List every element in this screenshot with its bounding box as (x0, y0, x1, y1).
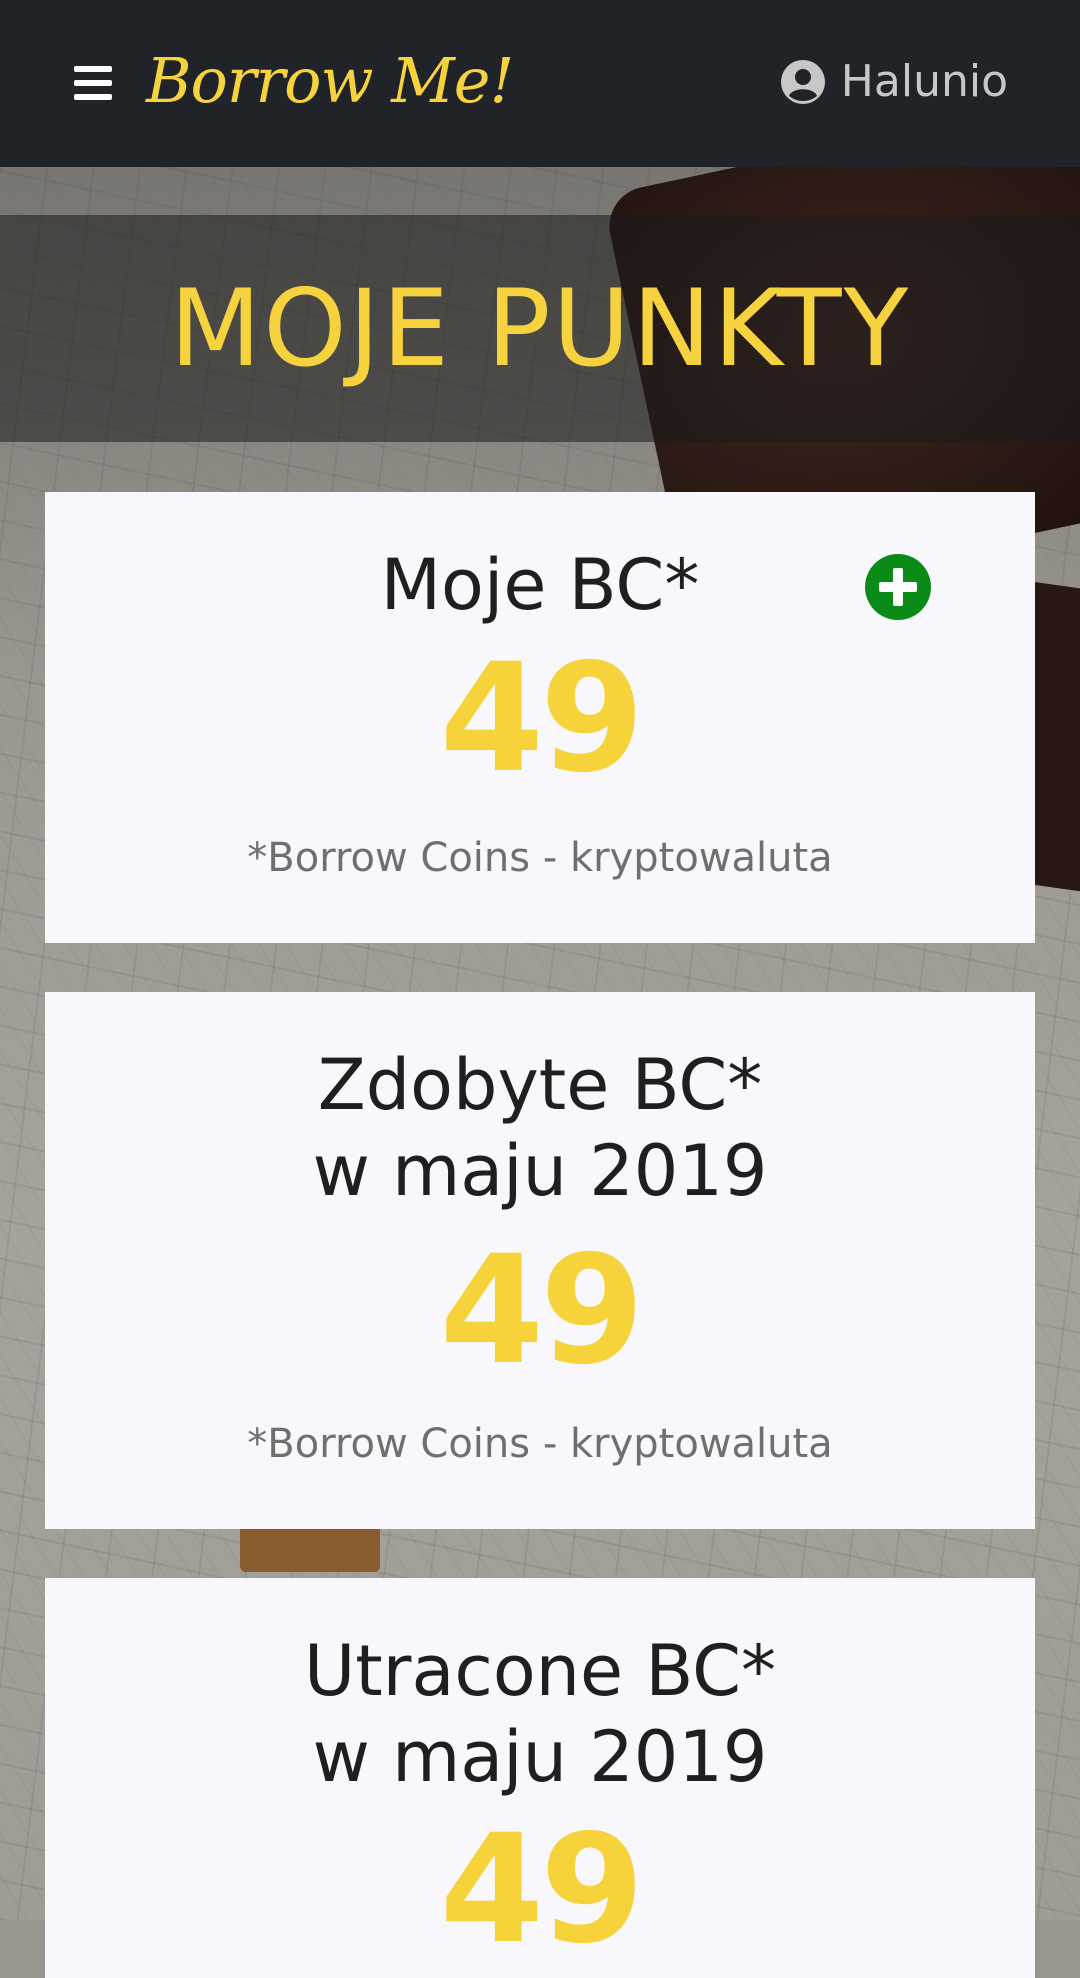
card-title-line: Zdobyte BC* (317, 1044, 763, 1126)
card-footnote: *Borrow Coins - kryptowaluta (247, 1421, 833, 1467)
user-circle-icon (780, 59, 825, 104)
app-header: Borrow Me! Halunio (0, 0, 1080, 167)
page-title: MOJE PUNKTY (169, 267, 911, 390)
hamburger-menu-icon[interactable] (74, 66, 112, 100)
brand-logo[interactable]: Borrow Me! (146, 44, 514, 117)
card-footnote: *Borrow Coins - kryptowaluta (247, 835, 833, 881)
plus-circle-icon[interactable] (865, 554, 931, 620)
lost-bc-card: Utracone BC* w maju 2019 49 (45, 1578, 1035, 1978)
card-title: Zdobyte BC* w maju 2019 (45, 1042, 1035, 1214)
earned-bc-card: Zdobyte BC* w maju 2019 49 *Borrow Coins… (45, 992, 1035, 1529)
page-title-banner: MOJE PUNKTY (0, 215, 1080, 442)
card-title: Utracone BC* w maju 2019 (45, 1628, 1035, 1800)
user-menu[interactable]: Halunio (780, 56, 1008, 107)
card-title-line: w maju 2019 (312, 1716, 768, 1798)
coin-balance-value: 49 (439, 632, 645, 806)
username-label: Halunio (840, 56, 1008, 107)
earned-coins-value: 49 (439, 1224, 645, 1398)
my-bc-card: Moje BC* 49 *Borrow Coins - kryptowaluta (45, 492, 1035, 943)
card-title-line: Utracone BC* (303, 1630, 777, 1712)
lost-coins-value: 49 (439, 1803, 645, 1977)
card-title-line: w maju 2019 (312, 1130, 768, 1212)
